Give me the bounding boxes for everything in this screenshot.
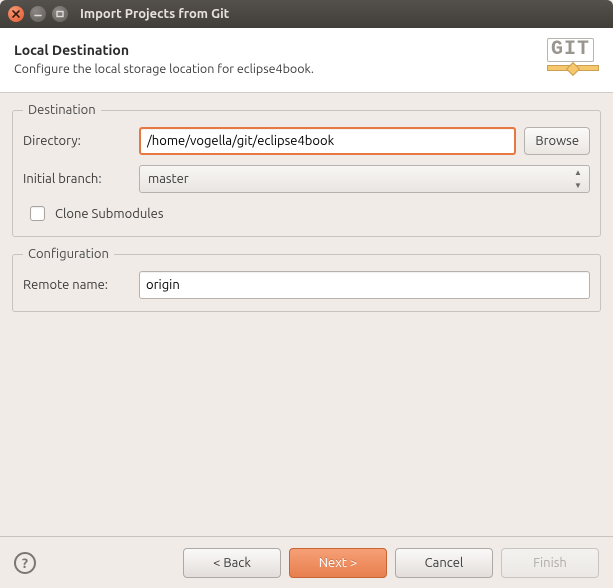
finish-button: Finish [501, 548, 599, 578]
window-maximize-button[interactable] [52, 6, 68, 22]
stepper-icon: ▲▼ [571, 168, 585, 190]
next-button[interactable]: Next > [289, 548, 387, 578]
configuration-group: Configuration Remote name: [12, 247, 601, 312]
back-button[interactable]: < Back [183, 548, 281, 578]
clone-submodules-row: Clone Submodules [26, 203, 590, 224]
remote-name-input[interactable] [139, 271, 590, 299]
destination-legend: Destination [23, 103, 101, 117]
destination-group: Destination Directory: Browse Initial br… [12, 103, 601, 237]
git-icon: GIT [547, 38, 599, 80]
wizard-banner: Local Destination Configure the local st… [0, 28, 613, 93]
clone-submodules-checkbox[interactable] [30, 206, 45, 221]
wizard-footer: ? < Back Next > Cancel Finish [0, 536, 613, 588]
window-close-button[interactable] [8, 6, 24, 22]
browse-button[interactable]: Browse [524, 127, 590, 155]
initial-branch-label: Initial branch: [23, 172, 131, 186]
window-title: Import Projects from Git [80, 7, 229, 21]
window-minimize-button[interactable] [30, 6, 46, 22]
directory-input[interactable] [139, 127, 516, 155]
initial-branch-select[interactable]: master ▲▼ [139, 165, 590, 193]
remote-name-label: Remote name: [23, 278, 131, 292]
cancel-button[interactable]: Cancel [395, 548, 493, 578]
help-icon[interactable]: ? [14, 552, 36, 574]
directory-label: Directory: [23, 134, 131, 148]
configuration-legend: Configuration [23, 247, 114, 261]
window-titlebar: Import Projects from Git [0, 0, 613, 28]
initial-branch-value: master [148, 172, 189, 186]
wizard-subtitle: Configure the local storage location for… [14, 62, 314, 76]
wizard-title: Local Destination [14, 42, 314, 58]
clone-submodules-label: Clone Submodules [55, 207, 163, 221]
